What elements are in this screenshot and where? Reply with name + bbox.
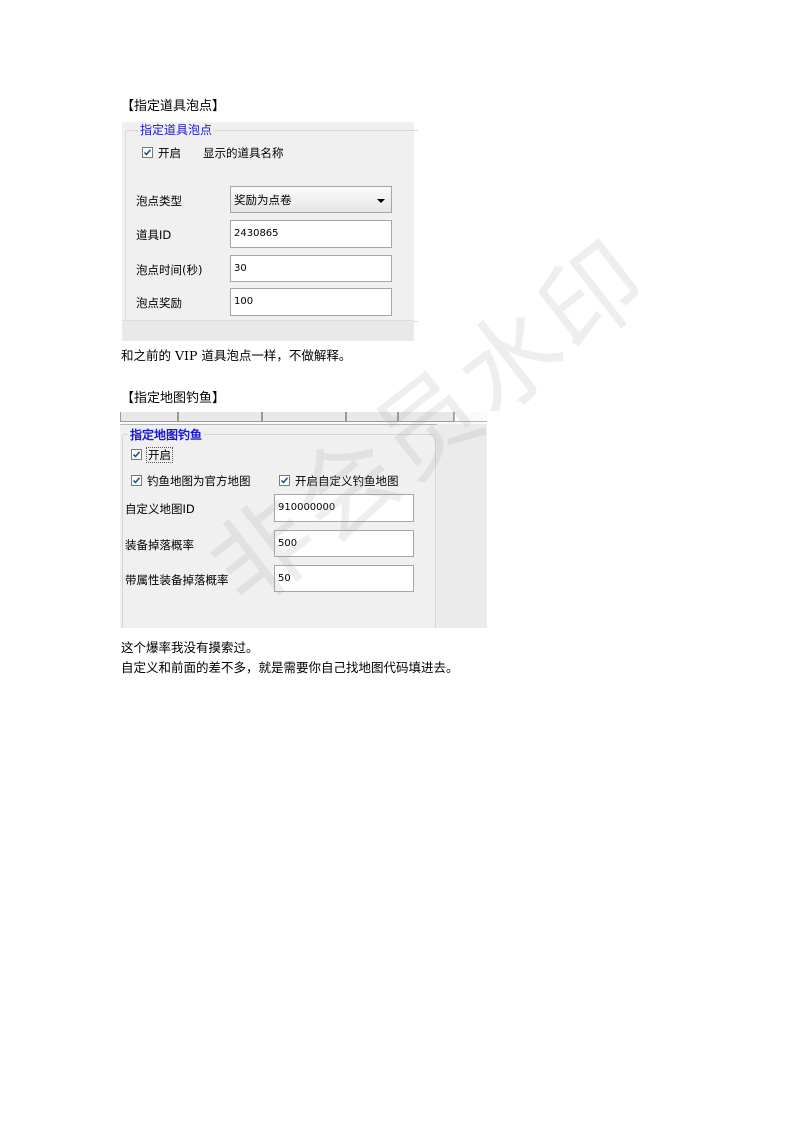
check-icon xyxy=(143,149,152,156)
panel-right-area xyxy=(437,424,487,628)
item-bubble-settings-panel: 指定道具泡点 开启 显示的道具名称 泡点类型 奖励为点卷 道具ID 243086… xyxy=(122,122,418,341)
tab-6-active[interactable] xyxy=(454,412,487,422)
fishing-enable-label: 开启 xyxy=(146,447,173,463)
bubble-reward-label: 泡点奖励 xyxy=(136,296,182,310)
section-heading-map-fishing: 【指定地图钓鱼】 xyxy=(121,391,226,406)
tab-1[interactable] xyxy=(120,412,178,422)
drop-rate-label: 装备掉落概率 xyxy=(125,538,194,552)
custom-map-checkbox[interactable] xyxy=(279,475,290,486)
groupbox-legend: 指定地图钓鱼 xyxy=(128,427,205,443)
tab-3[interactable] xyxy=(262,412,346,422)
item-id-input[interactable]: 2430865 xyxy=(230,220,392,248)
custom-map-id-label: 自定义地图ID xyxy=(125,502,195,516)
tab-2[interactable] xyxy=(178,412,262,422)
tab-5[interactable] xyxy=(398,412,454,422)
enable-checkbox[interactable] xyxy=(142,147,153,158)
item-id-label: 道具ID xyxy=(136,228,172,242)
fishing-enable-checkbox[interactable] xyxy=(131,449,142,460)
drop-rate-input[interactable]: 500 xyxy=(274,530,414,557)
section2-note-1: 这个爆率我没有摸索过。 xyxy=(121,640,259,655)
enable-label: 开启 xyxy=(158,146,181,160)
bubble-reward-input[interactable]: 100 xyxy=(230,288,392,316)
check-icon xyxy=(132,477,141,484)
tab-strip xyxy=(120,412,487,425)
bubble-type-dropdown[interactable]: 奖励为点卷 xyxy=(230,186,392,213)
official-map-checkbox[interactable] xyxy=(131,475,142,486)
bubble-type-value: 奖励为点卷 xyxy=(234,193,292,207)
check-icon xyxy=(280,477,289,484)
custom-map-label: 开启自定义钓鱼地图 xyxy=(295,474,399,488)
attr-drop-rate-label: 带属性装备掉落概率 xyxy=(125,573,229,587)
check-icon xyxy=(132,451,141,458)
section-heading-item-bubble: 【指定道具泡点】 xyxy=(121,99,226,114)
section1-note: 和之前的 VIP 道具泡点一样，不做解释。 xyxy=(121,348,352,363)
bubble-type-label: 泡点类型 xyxy=(136,194,182,208)
map-fishing-settings-panel: 指定地图钓鱼 开启 钓鱼地图为官方地图 开启自定义钓鱼地图 自定义地图ID 91… xyxy=(120,412,487,628)
show-item-name-label: 显示的道具名称 xyxy=(203,146,284,160)
bubble-time-input[interactable]: 30 xyxy=(230,255,392,282)
panel-bottom-strip xyxy=(122,320,414,341)
tab-4[interactable] xyxy=(346,412,398,422)
section2-note-2: 自定义和前面的差不多，就是需要你自己找地图代码填进去。 xyxy=(121,660,459,675)
attr-drop-rate-input[interactable]: 50 xyxy=(274,565,414,592)
groupbox-legend: 指定道具泡点 xyxy=(138,122,215,138)
bubble-time-label: 泡点时间(秒) xyxy=(136,263,203,277)
official-map-label: 钓鱼地图为官方地图 xyxy=(147,474,251,488)
custom-map-id-input[interactable]: 910000000 xyxy=(274,494,414,522)
chevron-down-icon xyxy=(377,199,385,203)
